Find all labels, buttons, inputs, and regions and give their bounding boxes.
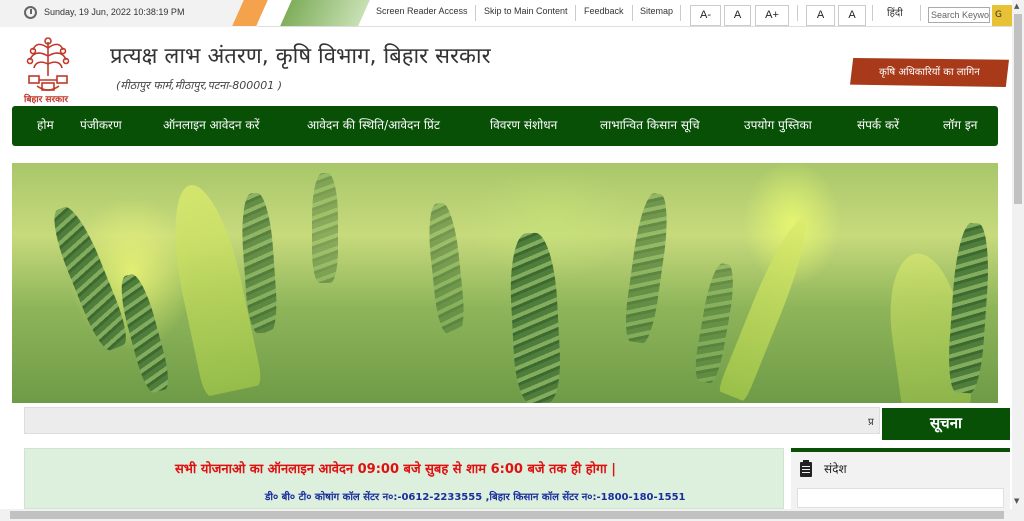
current-datetime: Sunday, 19 Jun, 2022 10:38:19 PM xyxy=(44,7,185,17)
notice-timing-text: सभी योजनाओ का ऑनलाइन आवेदन 09:00 बजे सुब… xyxy=(175,462,616,477)
horizontal-scroll-thumb[interactable] xyxy=(10,511,1004,519)
search-input[interactable]: Search Keywo xyxy=(928,7,990,23)
nav-beneficiary-list[interactable]: लाभान्वित किसान सूचि xyxy=(600,116,700,133)
nav-home[interactable]: होम xyxy=(37,116,54,133)
font-decrease-button[interactable]: A- xyxy=(690,5,721,26)
contrast-high-button[interactable]: A xyxy=(838,5,866,26)
nav-details-correction[interactable]: विवरण संशोधन xyxy=(490,116,557,133)
wheat-ear xyxy=(425,201,467,335)
officer-login-button[interactable]: कृषि अधिकारियों का लागिन xyxy=(850,58,1009,87)
nav-registration[interactable]: पंजीकरण xyxy=(80,116,122,133)
divider xyxy=(872,5,873,21)
scroll-thumb[interactable] xyxy=(1014,14,1022,204)
language-toggle-link[interactable]: हिंदी xyxy=(887,5,903,19)
divider xyxy=(632,5,633,21)
top-utility-bar: Sunday, 19 Jun, 2022 10:38:19 PM Screen … xyxy=(0,0,1012,27)
site-title: प्रत्यक्ष लाभ अंतरण, कृषि विभाग, बिहार स… xyxy=(110,44,491,69)
divider xyxy=(575,5,576,21)
horizontal-scrollbar[interactable] xyxy=(0,509,1012,521)
decorative-stripe-green xyxy=(280,0,370,26)
contrast-normal-button[interactable]: A xyxy=(806,5,835,26)
wheat-ear xyxy=(621,191,673,345)
divider xyxy=(680,5,681,21)
font-increase-button[interactable]: A+ xyxy=(755,5,789,26)
notice-badge: सूचना xyxy=(882,408,1010,440)
divider xyxy=(475,5,476,21)
divider xyxy=(797,5,798,21)
font-normal-button[interactable]: A xyxy=(724,5,751,26)
scroll-up-arrow-icon[interactable]: ▲ xyxy=(1014,2,1019,10)
nav-application-status[interactable]: आवेदन की स्थिति/आवेदन प्रिंट xyxy=(307,116,440,133)
logo-caption: बिहार सरकार xyxy=(24,95,69,105)
wheat-field-banner-image xyxy=(12,163,998,403)
clipboard-icon xyxy=(800,460,812,477)
search-button[interactable]: G xyxy=(992,5,1012,26)
scroll-down-arrow-icon[interactable]: ▼ xyxy=(1014,497,1019,505)
clock-icon xyxy=(24,6,37,19)
wheat-ear xyxy=(507,231,563,403)
nav-login[interactable]: लॉग इन xyxy=(943,116,977,133)
skip-to-main-content-link[interactable]: Skip to Main Content xyxy=(484,6,568,16)
nav-contact[interactable]: संपर्क करें xyxy=(857,116,899,133)
message-panel: संदेश xyxy=(791,448,1010,509)
feedback-link[interactable]: Feedback xyxy=(584,6,624,16)
wheat-ear xyxy=(946,222,992,394)
wheat-ear xyxy=(312,173,338,283)
screen-reader-access-link[interactable]: Screen Reader Access xyxy=(376,6,468,16)
vertical-scrollbar[interactable]: ▲ ▼ xyxy=(1012,0,1024,521)
nav-apply-online[interactable]: ऑनलाइन आवेदन करें xyxy=(163,116,259,133)
message-list xyxy=(797,488,1004,508)
wheat-ear xyxy=(45,202,133,354)
message-panel-title: संदेश xyxy=(824,462,847,476)
nav-user-manual[interactable]: उपयोग पुस्तिका xyxy=(744,116,812,133)
banner-leaf xyxy=(717,214,817,402)
sitemap-link[interactable]: Sitemap xyxy=(640,6,673,16)
site-address: (मीठापुर फार्म,मीठापुर,पटना-800001 ) xyxy=(116,79,283,92)
divider xyxy=(920,5,921,21)
notice-box: सभी योजनाओ का ऑनलाइन आवेदन 09:00 बजे सुब… xyxy=(24,448,784,509)
call-center-numbers: डी० बी० टी० कोषांग कॉल सेंटर न०:-0612-22… xyxy=(265,492,686,503)
main-navigation: होम पंजीकरण ऑनलाइन आवेदन करें आवेदन की स… xyxy=(12,106,998,146)
ticker-text: प्र xyxy=(868,417,874,428)
news-ticker: प्र xyxy=(24,407,880,434)
